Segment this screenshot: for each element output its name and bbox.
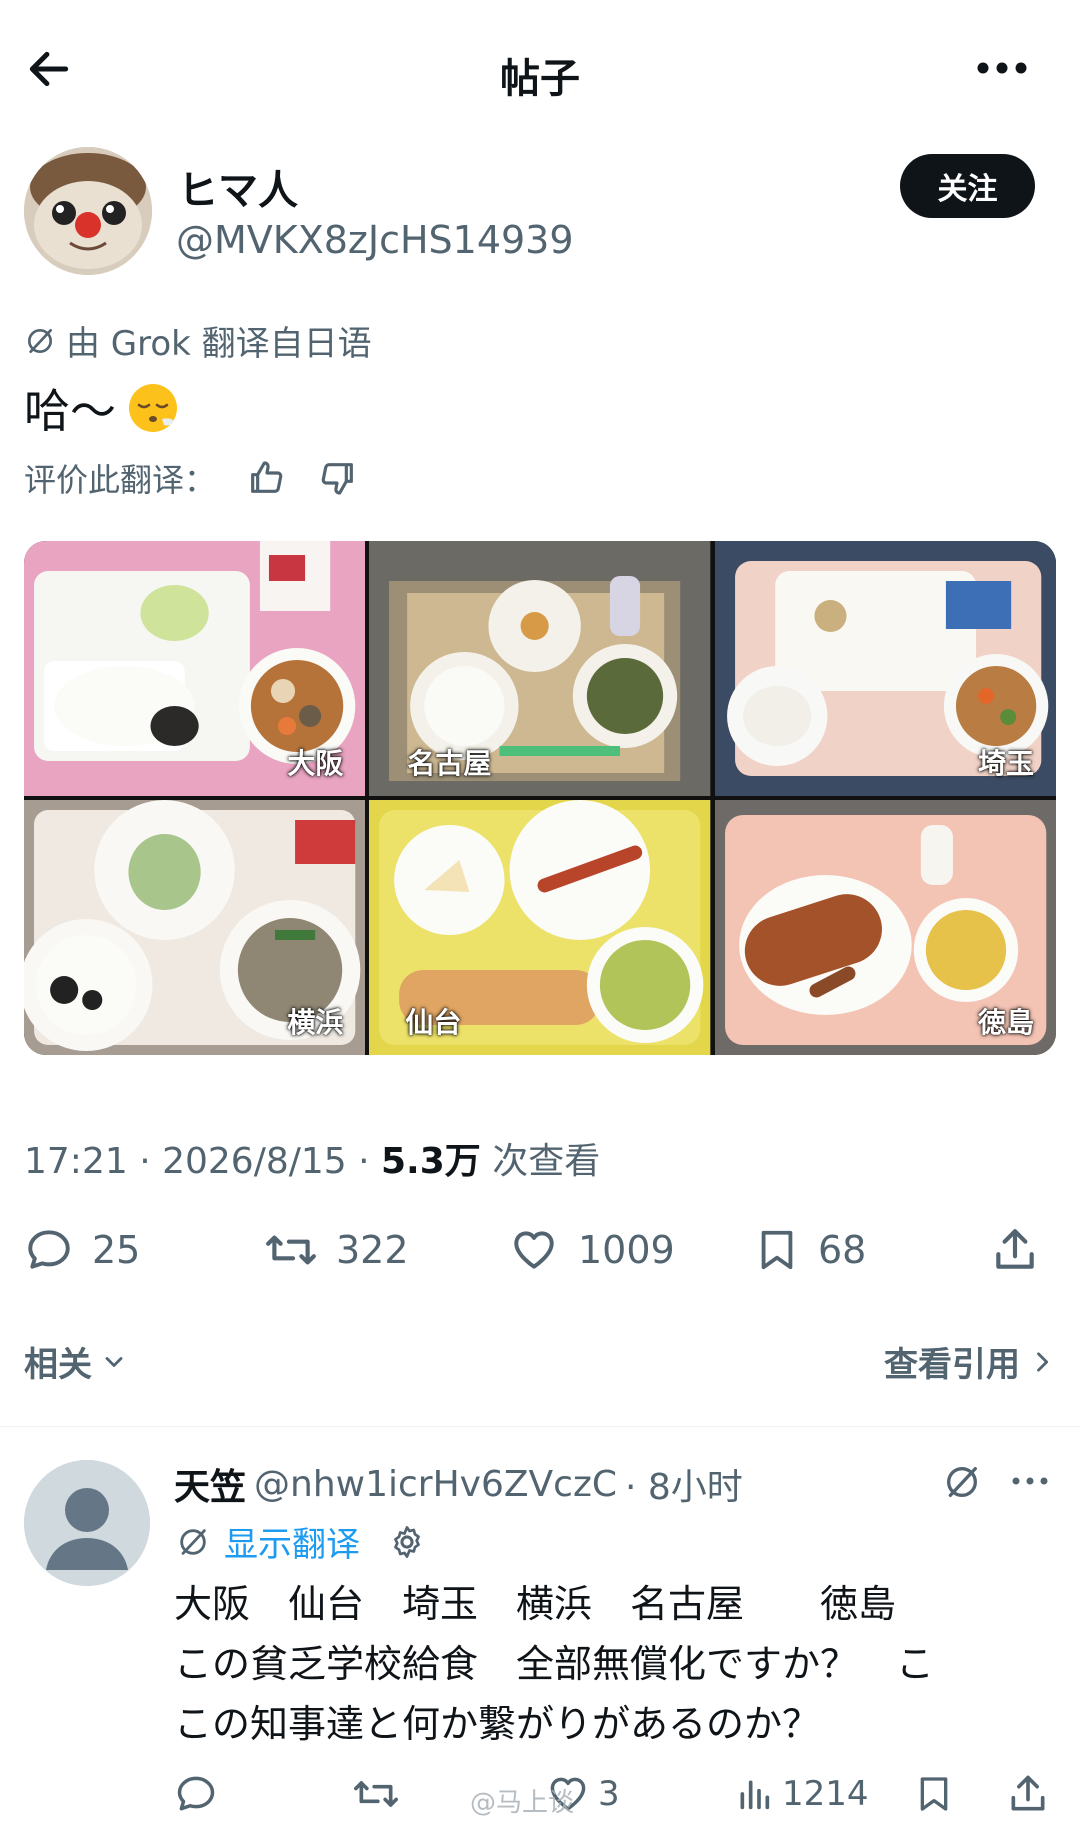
repost-count: 322 (336, 1228, 409, 1272)
thumbs-down-icon (321, 463, 353, 495)
photo-saitama[interactable]: 埼玉 (714, 541, 1056, 796)
more-horizontal-icon (977, 62, 1027, 74)
translate-icon (180, 1528, 206, 1555)
like-button[interactable]: 1009 (508, 1215, 675, 1285)
reply-share-button[interactable] (1006, 1764, 1050, 1824)
avatar[interactable] (24, 147, 152, 275)
show-translation[interactable]: 显示翻译 (176, 1517, 426, 1566)
more-horizontal-icon (1012, 1477, 1048, 1485)
share-icon (1011, 1775, 1045, 1811)
author-name[interactable]: ヒマ人 (178, 158, 298, 216)
default-avatar-icon (24, 1460, 150, 1586)
thumbs-up-icon (251, 461, 283, 493)
photo-label: 大阪 (287, 747, 344, 780)
reply-author-name[interactable]: 天笠 (174, 1458, 246, 1510)
translate-icon (28, 328, 52, 353)
reply-author-handle[interactable]: @nhw1icrHv6ZVczC (254, 1464, 617, 1505)
sighing-face-emoji (126, 381, 180, 435)
bookmark-count: 68 (818, 1228, 867, 1272)
post-actions: 25 322 1009 68 (24, 1215, 1056, 1285)
like-count: 1009 (578, 1228, 675, 1272)
related-label: 相关 (24, 1345, 92, 1385)
translation-note: 由 Grok 翻译自日语 (24, 316, 372, 365)
reply-count: 25 (92, 1228, 141, 1272)
photo-nagoya[interactable]: 名古屋 (369, 541, 711, 796)
view-quotes-link[interactable]: 查看引用 (884, 1337, 1056, 1386)
reply-time: · 8小时 (625, 1467, 743, 1508)
reply-button[interactable]: 25 (24, 1215, 140, 1285)
photo-label: 仙台 (405, 1006, 462, 1039)
post-text-body: 哈～ (24, 384, 116, 438)
show-translation-label: 显示翻译 (224, 1525, 360, 1565)
reply-translate-toggle[interactable] (942, 1462, 982, 1502)
post-meta: 17:21 · 2026/8/15 · 5.3万 次查看 (24, 1132, 600, 1184)
photo-tokushima[interactable]: 徳島 (714, 800, 1056, 1055)
reply-view-count: 1214 (782, 1774, 869, 1814)
reply-text: 大阪 仙台 埼玉 横浜 名古屋 徳島 この貧乏学校給食 全部無償化ですか？ こ … (174, 1582, 935, 1746)
reply-header: 天笠 @nhw1icrHv6ZVczC · 8小时 (174, 1458, 743, 1510)
share-button[interactable] (990, 1215, 1040, 1285)
heart-icon (514, 1231, 554, 1269)
more-options-button[interactable] (975, 58, 1029, 78)
watermark: @马上谈 (470, 1788, 575, 1818)
reply-reply-button[interactable] (174, 1764, 218, 1824)
bookmark-icon (920, 1777, 948, 1811)
photo-osaka[interactable]: 大阪 (24, 541, 366, 796)
view-suffix: 次查看 (480, 1141, 601, 1182)
page-title: 帖子 (500, 56, 580, 102)
related-row: 相关 查看引用 (24, 1337, 1056, 1393)
related-toggle[interactable]: 相关 (24, 1337, 128, 1386)
reply-repost-button[interactable] (352, 1764, 400, 1824)
reply-icon (177, 1776, 215, 1811)
analytics-icon (740, 1780, 770, 1810)
bookmark-button[interactable]: 68 (754, 1215, 866, 1285)
share-icon (996, 1229, 1034, 1269)
reply-avatar[interactable] (24, 1460, 150, 1586)
photo-label: 徳島 (977, 1006, 1034, 1039)
photo-sendai[interactable]: 仙台 (369, 800, 711, 1055)
reply-icon (28, 1230, 70, 1269)
photo-label: 埼玉 (977, 747, 1034, 780)
avatar-image (24, 147, 152, 275)
reply-like-count: 3 (598, 1774, 620, 1814)
bookmark-icon (761, 1230, 793, 1270)
chevron-right-icon (1037, 1351, 1049, 1372)
photo-grid[interactable]: 大阪 名古屋 埼玉 横浜 仙台 徳島 (24, 541, 1056, 1055)
reply-bookmark-button[interactable] (914, 1764, 954, 1824)
repost-icon (354, 1781, 398, 1807)
post-time: 17:21 · 2026/8/15 · (24, 1141, 381, 1182)
thumbs-up-button[interactable] (246, 458, 286, 498)
translate-icon (947, 1467, 977, 1497)
author-handle[interactable]: @MVKX8zJcHS14939 (176, 218, 574, 262)
chevron-down-icon (105, 1356, 123, 1367)
photo-label: 名古屋 (407, 747, 492, 780)
rate-translation: 评价此翻译： (24, 455, 358, 501)
divider (0, 1426, 1080, 1427)
reply-more-button[interactable] (1010, 1474, 1050, 1488)
photo-label: 横浜 (287, 1006, 344, 1039)
view-quotes-label: 查看引用 (884, 1345, 1020, 1385)
follow-button[interactable]: 关注 (900, 154, 1035, 218)
reply-actions: 3 1214 (174, 1764, 1054, 1824)
reply-views-button[interactable]: 1214 (734, 1764, 869, 1824)
repost-button[interactable]: 322 (264, 1215, 409, 1285)
repost-icon (266, 1235, 316, 1265)
photo-yokohama[interactable]: 横浜 (24, 800, 366, 1055)
thumbs-down-button[interactable] (318, 458, 358, 498)
post-text: 哈～ (24, 375, 180, 441)
gear-icon[interactable] (388, 1523, 426, 1561)
view-count: 5.3万 (381, 1141, 481, 1182)
rate-translation-label: 评价此翻译： (24, 461, 217, 499)
translation-note-text: 由 Grok 翻译自日语 (66, 324, 372, 364)
